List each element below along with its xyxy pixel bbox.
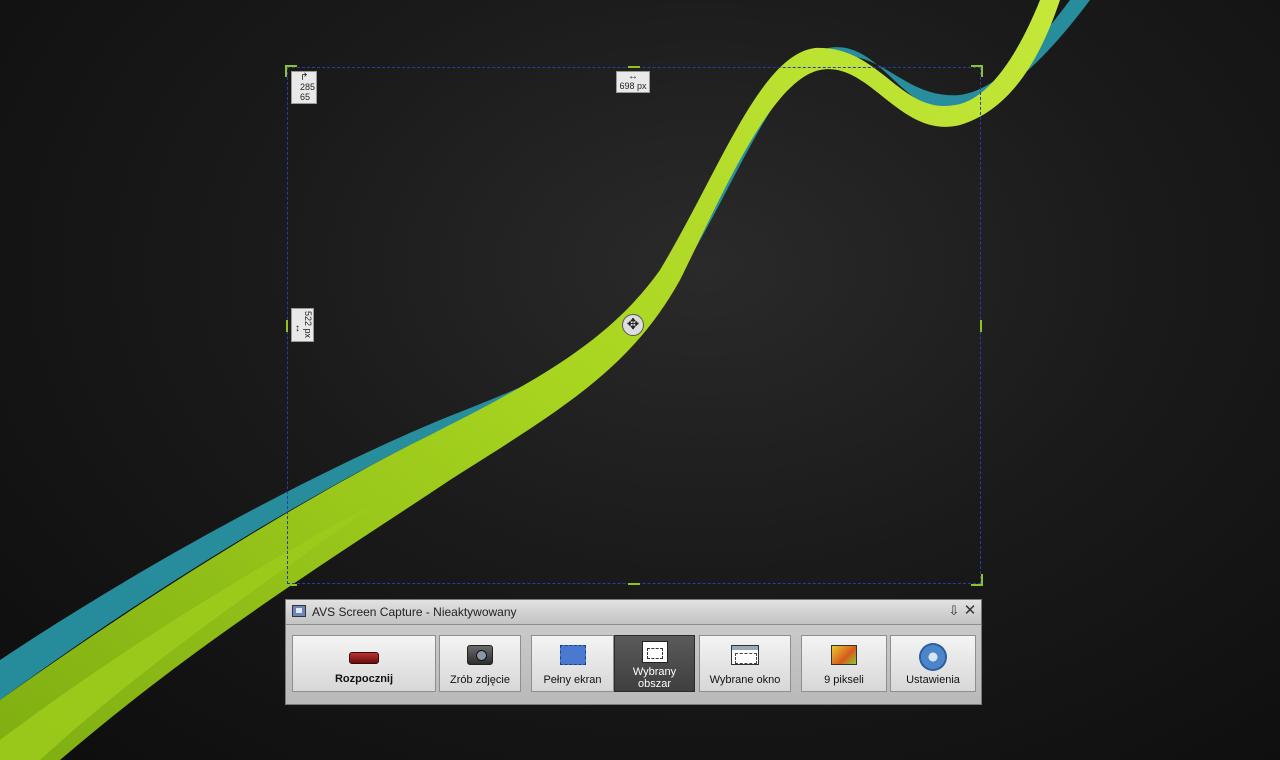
position-y: 65 bbox=[300, 92, 311, 102]
selection-width-tag: ↔ 698 px bbox=[616, 71, 650, 93]
full-screen-icon bbox=[559, 645, 586, 665]
pin-icon[interactable]: ⇩ bbox=[947, 604, 961, 618]
gear-icon bbox=[919, 643, 947, 671]
app-icon bbox=[292, 605, 306, 617]
settings-button[interactable]: Ustawienia bbox=[890, 635, 976, 692]
height-arrow-icon: ↕ bbox=[295, 323, 300, 334]
selection-edge-handle[interactable] bbox=[628, 583, 640, 585]
selection-position-tag: ↱ 285 65 bbox=[291, 71, 317, 104]
selection-edge-handle[interactable] bbox=[286, 320, 288, 332]
full-screen-mode-button[interactable]: Pełny ekran bbox=[531, 635, 614, 692]
selection-corner-handle[interactable] bbox=[971, 65, 983, 77]
start-label: Rozpocznij bbox=[334, 673, 394, 685]
record-icon bbox=[349, 652, 379, 664]
window-icon bbox=[731, 645, 759, 665]
pixels-button[interactable]: 9 pikseli bbox=[801, 635, 887, 692]
take-screenshot-button[interactable]: Zrób zdjęcie bbox=[439, 635, 521, 692]
width-value: 698 px bbox=[619, 81, 647, 91]
pixels-label: 9 pikseli bbox=[824, 674, 864, 686]
selected-window-label: Wybrane okno bbox=[709, 674, 781, 686]
start-recording-button[interactable]: Rozpocznij bbox=[292, 635, 436, 692]
selection-edge-handle[interactable] bbox=[980, 320, 982, 332]
selection-height-tag: 522 px ↕ bbox=[291, 308, 314, 342]
selection-corner-handle[interactable] bbox=[971, 574, 983, 586]
title-bar[interactable]: AVS Screen Capture - Nieaktywowany ⇩ ✕ bbox=[286, 600, 981, 625]
position-arrow-icon: ↱ bbox=[300, 72, 309, 83]
position-x: 285 bbox=[300, 82, 316, 92]
avs-screen-capture-panel: AVS Screen Capture - Nieaktywowany ⇩ ✕ R… bbox=[285, 599, 982, 705]
photo-label: Zrób zdjęcie bbox=[450, 674, 510, 686]
camera-icon bbox=[467, 645, 493, 665]
selected-window-mode-button[interactable]: Wybrane okno bbox=[699, 635, 791, 692]
width-arrow-icon: ↔ bbox=[628, 71, 638, 82]
close-icon[interactable]: ✕ bbox=[963, 603, 977, 618]
settings-label: Ustawienia bbox=[906, 674, 960, 686]
selected-area-icon bbox=[641, 641, 668, 663]
move-cursor-icon[interactable]: ✥ bbox=[622, 314, 644, 336]
full-screen-label: Pełny ekran bbox=[543, 674, 602, 686]
paint-icon bbox=[831, 645, 857, 665]
selection-edge-handle[interactable] bbox=[628, 66, 640, 68]
selected-area-label: Wybrany obszar bbox=[632, 666, 677, 690]
window-title: AVS Screen Capture - Nieaktywowany bbox=[312, 605, 517, 619]
selected-area-mode-button[interactable]: Wybrany obszar bbox=[614, 635, 695, 692]
selection-corner-handle[interactable] bbox=[285, 574, 297, 586]
